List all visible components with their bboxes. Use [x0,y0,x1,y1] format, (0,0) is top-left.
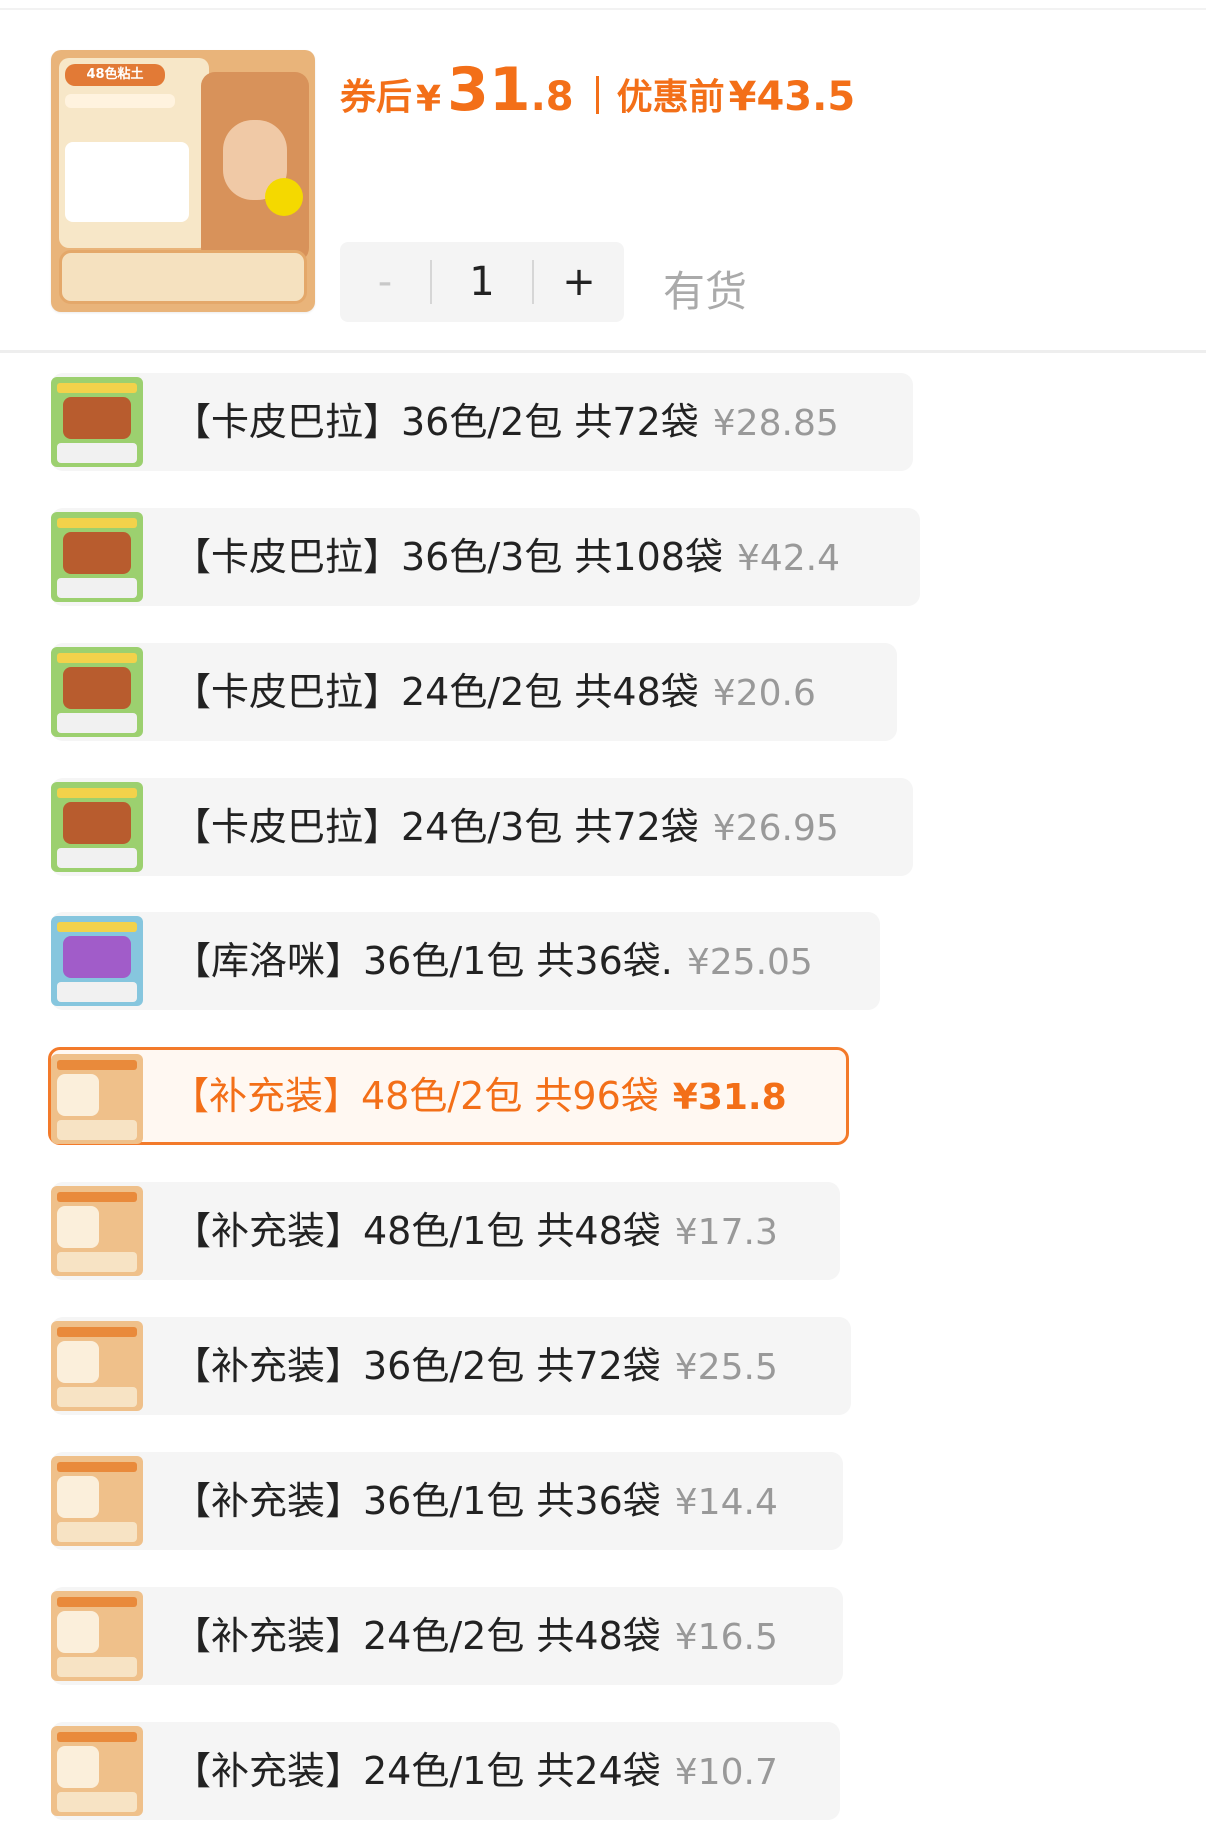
original-price: ¥43.5 [728,74,856,120]
sku-header: 48色粘土 券后 ¥ 31 .8 优惠前 ¥43.5 - 1 + 有货 [0,10,1206,350]
quantity-stepper: - 1 + [340,242,624,322]
option-price: ¥26.95 [712,808,839,849]
coupon-price-decimal: .8 [530,74,574,120]
option-price: ¥28.85 [712,403,839,444]
refill-bag-thumbnail [51,1054,143,1144]
option-label: 【补充装】24色/1包 共24袋 ¥10.7 [173,1722,778,1820]
product-image[interactable]: 48色粘土 [51,50,315,312]
stock-status: 有货 [663,267,748,316]
coupon-price-integer: 31 [447,55,531,125]
option-name: 【卡皮巴拉】24色/2包 共48袋 [173,670,699,714]
option-price: ¥10.7 [674,1752,778,1793]
refill-bag-thumbnail [51,1726,143,1816]
price-separator [595,76,599,114]
decrease-quantity-button[interactable]: - [340,242,430,322]
option-name: 【卡皮巴拉】24色/3包 共72袋 [173,805,699,849]
sku-option[interactable]: 【卡皮巴拉】36色/3包 共108袋 ¥42.4 [51,508,920,606]
capybara-box-thumbnail [51,377,143,467]
currency-symbol: ¥ [416,79,442,120]
option-label: 【卡皮巴拉】24色/2包 共48袋 ¥20.6 [173,643,816,741]
color-swatch-grid [65,142,189,222]
refill-bag-thumbnail [51,1321,143,1411]
sku-option[interactable]: 【补充装】48色/1包 共48袋 ¥17.3 [51,1182,840,1280]
increase-quantity-button[interactable]: + [534,242,624,322]
original-price-label: 优惠前 [616,77,725,118]
coupon-label: 券后 [340,77,413,118]
top-divider [0,0,1206,10]
refill-bag-thumbnail [51,1186,143,1276]
option-label: 【卡皮巴拉】24色/3包 共72袋 ¥26.95 [173,778,839,876]
option-name: 【卡皮巴拉】36色/3包 共108袋 [173,535,723,579]
option-price: ¥17.3 [674,1212,778,1253]
option-name: 【补充装】48色/2包 共96袋 [171,1074,659,1118]
sku-option[interactable]: 【补充装】24色/2包 共48袋 ¥16.5 [51,1587,843,1685]
option-name: 【库洛咪】36色/1包 共36袋. [173,939,673,983]
option-label: 【补充装】36色/1包 共36袋 ¥14.4 [173,1452,778,1550]
option-label: 【库洛咪】36色/1包 共36袋. ¥25.05 [173,912,813,1010]
quantity-value[interactable]: 1 [432,259,532,305]
option-label: 【卡皮巴拉】36色/3包 共108袋 ¥42.4 [173,508,840,606]
option-price: ¥16.5 [674,1617,778,1658]
option-price: ¥25.5 [674,1347,778,1388]
section-divider [0,350,1206,353]
option-name: 【补充装】36色/1包 共36袋 [173,1479,661,1523]
refill-bag-thumbnail [51,1456,143,1546]
capybara-box-thumbnail [51,782,143,872]
pack-count-badge [265,178,303,216]
option-label: 【补充装】24色/2包 共48袋 ¥16.5 [173,1587,778,1685]
option-price: ¥25.05 [686,942,813,983]
sku-option[interactable]: 【补充装】36色/2包 共72袋 ¥25.5 [51,1317,851,1415]
option-price: ¥14.4 [674,1482,778,1523]
sku-option[interactable]: 【补充装】36色/1包 共36袋 ¥14.4 [51,1452,843,1550]
accessories-strip [59,250,307,304]
option-name: 【卡皮巴拉】36色/2包 共72袋 [173,400,699,444]
option-label: 【补充装】48色/2包 共96袋 ¥31.8 [171,1050,787,1142]
option-price: ¥42.4 [736,538,841,579]
option-price: ¥31.8 [672,1077,787,1118]
sku-option[interactable]: 【库洛咪】36色/1包 共36袋. ¥25.05 [51,912,880,1010]
capybara-box-thumbnail [51,647,143,737]
kuromi-box-thumbnail [51,916,143,1006]
option-name: 【补充装】36色/2包 共72袋 [173,1344,661,1388]
packaging-size-strip [65,94,175,108]
option-name: 【补充装】24色/1包 共24袋 [173,1749,661,1793]
sku-option-selected[interactable]: 【补充装】48色/2包 共96袋 ¥31.8 [48,1047,849,1145]
sku-option[interactable]: 【卡皮巴拉】36色/2包 共72袋 ¥28.85 [51,373,913,471]
refill-bag-thumbnail [51,1591,143,1681]
option-label: 【补充装】36色/2包 共72袋 ¥25.5 [173,1317,778,1415]
product-image-title: 48色粘土 [65,64,165,86]
sku-option[interactable]: 【卡皮巴拉】24色/3包 共72袋 ¥26.95 [51,778,913,876]
option-label: 【补充装】48色/1包 共48袋 ¥17.3 [173,1182,778,1280]
option-price: ¥20.6 [712,673,816,714]
sku-option[interactable]: 【补充装】24色/1包 共24袋 ¥10.7 [51,1722,840,1820]
price-line: 券后 ¥ 31 .8 优惠前 ¥43.5 [340,50,855,120]
capybara-box-thumbnail [51,512,143,602]
option-label: 【卡皮巴拉】36色/2包 共72袋 ¥28.85 [173,373,839,471]
option-name: 【补充装】24色/2包 共48袋 [173,1614,661,1658]
option-name: 【补充装】48色/1包 共48袋 [173,1209,661,1253]
sku-option[interactable]: 【卡皮巴拉】24色/2包 共48袋 ¥20.6 [51,643,897,741]
